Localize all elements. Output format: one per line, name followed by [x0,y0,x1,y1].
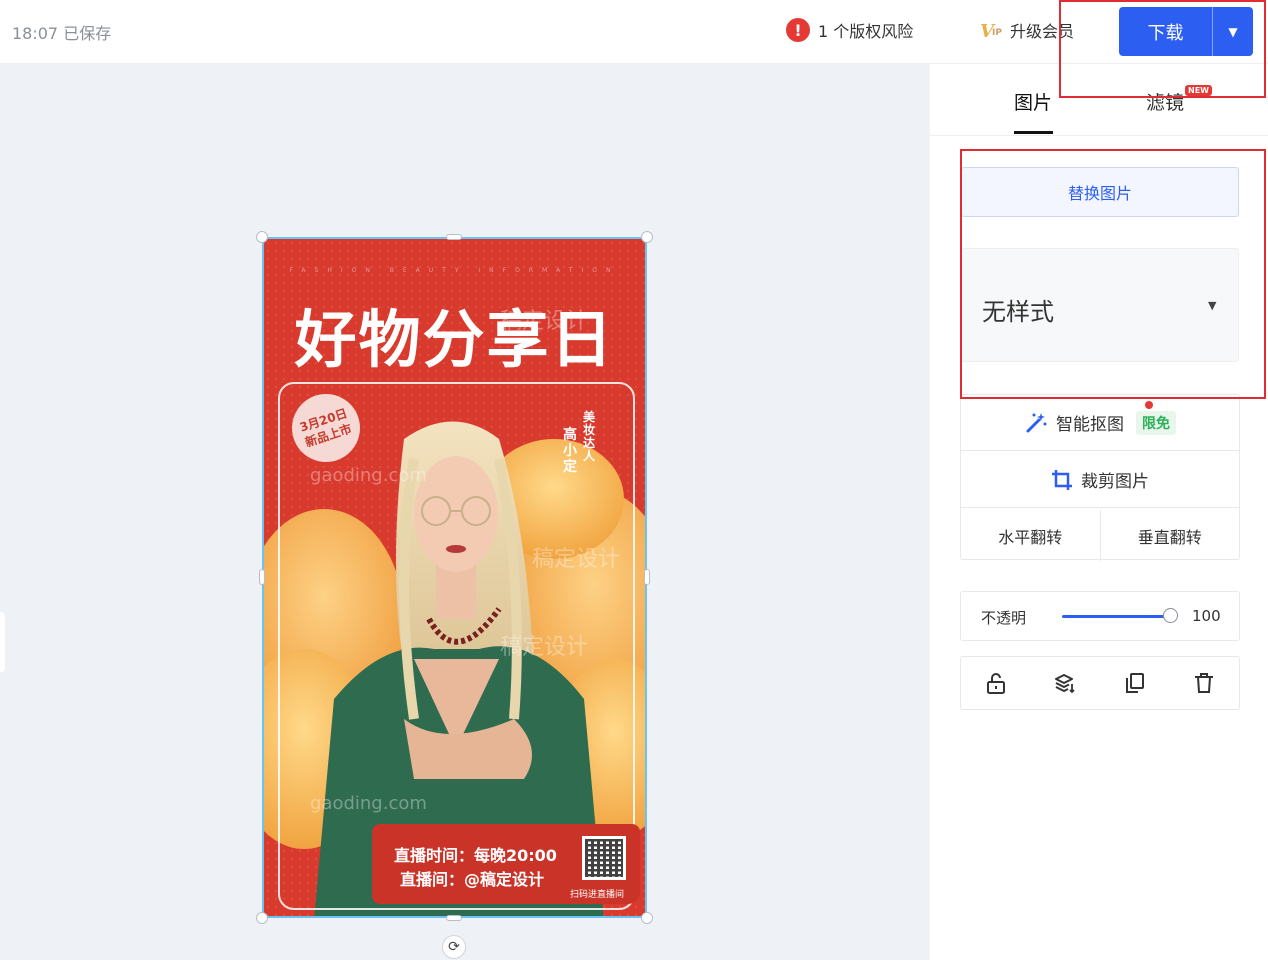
trash-icon [1195,673,1214,693]
poster-tagline: FASHION BEAUTY INFORMATION [289,267,620,274]
watermark: 稿定设计 [532,547,621,572]
caret-down-icon: ▼ [1228,24,1238,39]
live-room-text: 直播间：@稿定设计 [400,870,545,889]
layer-order-button[interactable] [1031,657,1101,709]
resize-handle-top-right[interactable] [641,231,653,243]
copyright-risk-label: 1 个版权风险 [818,22,914,41]
live-time-text: 直播时间：每晚20:00 [394,846,557,865]
copyright-risk-button[interactable]: ! 1 个版权风险 [786,18,913,42]
upgrade-vip-button[interactable]: V IP 升级会员 [980,18,1074,42]
crop-image-button[interactable]: 裁剪图片 [961,452,1239,508]
duplicate-button[interactable] [1100,657,1170,709]
new-badge: NEW [1185,85,1212,96]
style-select-value: 无样式 [982,298,1054,326]
lock-button[interactable] [961,657,1031,709]
copy-icon [1125,673,1144,693]
save-status: 18:07 已保存 [12,24,112,43]
vip-icon: V IP [980,21,1002,42]
replace-image-button[interactable]: 替换图片 [961,167,1239,217]
watermark: gaoding.com [310,793,427,814]
crop-icon [1052,469,1072,490]
vertical-text-role: 美妆达人 [582,410,595,463]
opacity-value[interactable]: 100 [1192,607,1221,625]
rotate-icon: ⟳ [448,939,460,955]
delete-button[interactable] [1170,657,1240,709]
tab-filter[interactable]: 滤镜 [1146,88,1184,115]
download-button[interactable]: 下载 [1119,7,1213,56]
watermark: gaoding.com [310,465,427,486]
upgrade-label: 升级会员 [1010,22,1075,41]
rotate-handle[interactable]: ⟳ [442,935,466,959]
resize-handle-top-left[interactable] [256,231,268,243]
resize-handle-bottom[interactable] [446,915,462,921]
image-tools: 智能抠图 限免 裁剪图片 水平翻转 垂直翻转 [960,394,1240,561]
resize-handle-bottom-right[interactable] [641,912,653,924]
panel-tabs: 图片 滤镜 NEW [930,64,1268,136]
watermark: 稿定设计 [500,635,589,660]
opacity-control: 不透明 100 [960,591,1240,641]
qr-caption: 扫码进直播间 [570,890,625,900]
flip-horizontal-button[interactable]: 水平翻转 [961,510,1100,561]
left-panel-toggle[interactable] [0,612,5,672]
resize-handle-right[interactable] [644,569,650,585]
poster-image[interactable]: FASHION BEAUTY INFORMATION 好物分享日 3月20日 新… [262,237,647,918]
smart-cutout-label: 智能抠图 [1056,415,1124,435]
flip-row: 水平翻转 垂直翻转 [961,510,1239,561]
active-tab-indicator [1014,131,1053,134]
smart-cutout-button[interactable]: 智能抠图 限免 [961,395,1239,451]
opacity-slider-thumb[interactable] [1163,608,1178,623]
top-bar: 18:07 已保存 ! 1 个版权风险 V IP 升级会员 下载 ▼ [0,0,1268,64]
crop-label: 裁剪图片 [1081,472,1149,492]
flip-vertical-button[interactable]: 垂直翻转 [1099,510,1240,561]
live-info-box: 直播时间：每晚20:00 直播间：@稿定设计 扫码进直播间 [372,824,640,904]
unlock-icon [986,673,1005,694]
magic-wand-icon [1026,412,1047,432]
opacity-slider-track[interactable] [1062,615,1170,618]
resize-handle-left[interactable] [259,569,265,585]
download-button-group: 下载 ▼ [1119,7,1253,56]
resize-handle-bottom-left[interactable] [256,912,268,924]
vertical-text-name: 高小定 [563,427,577,475]
layer-actions [960,656,1240,710]
properties-panel: 图片 滤镜 NEW 替换图片 无样式 ▼ 智能抠图 限免 裁剪图片 水平翻转 垂… [930,64,1268,960]
resize-handle-top[interactable] [446,234,462,240]
warning-icon: ! [786,18,810,42]
layers-icon [1055,674,1075,694]
watermark: 稿定设计 [500,309,589,334]
download-options-button[interactable]: ▼ [1213,7,1253,56]
opacity-label: 不透明 [981,609,1027,627]
tab-image[interactable]: 图片 [1014,88,1052,115]
caret-down-icon: ▼ [1208,299,1217,312]
qr-code [582,836,626,880]
free-badge: 限免 [1136,410,1176,435]
style-select[interactable]: 无样式 ▼ [961,248,1239,362]
